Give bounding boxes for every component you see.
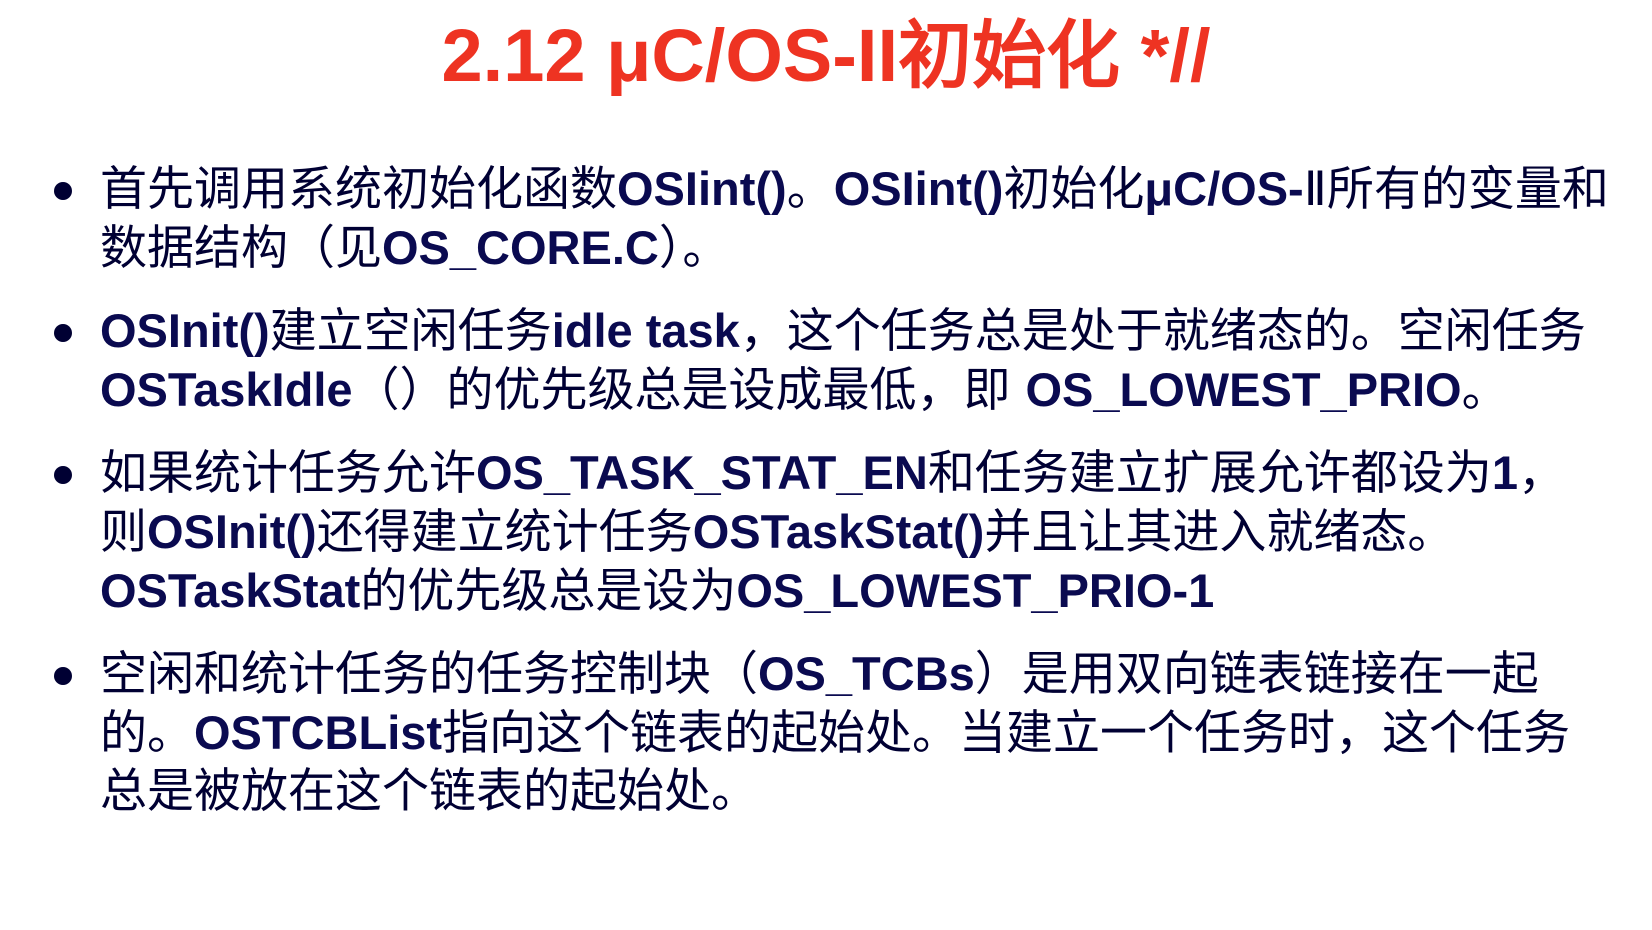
bullet-segment: 空闲和统计任务的任务控制块（	[100, 647, 758, 702]
bullet-segment: OS_LOWEST_PRIO-1	[736, 564, 1215, 617]
bullet-segment: （）的优先级总是设成最低，即	[352, 363, 1026, 418]
bullet-text: 空闲和统计任务的任务控制块（OS_TCBs）是用双向链表链接在一起的。OSTCB…	[100, 647, 1570, 819]
bullet-segment: 的优先级总是设为	[360, 564, 737, 619]
bullet-segment: OS_TCBs	[758, 647, 975, 700]
slide-title: 2.12 μC/OS-II初始化 *//	[441, 14, 1211, 97]
bullet-dot-icon	[54, 182, 72, 200]
bullet-dot-icon	[54, 324, 72, 342]
bullet-segment: OS_TASK_STAT_EN	[476, 446, 928, 499]
bullet-segment: OSInit()	[147, 505, 317, 558]
bullet-segment: OSTCBList	[194, 706, 443, 759]
bullet-segment: 。	[1461, 363, 1509, 418]
bullet-segment: OS_CORE.C	[382, 221, 659, 274]
bullet-dot-icon	[54, 667, 72, 685]
bullet-segment: ）。	[658, 221, 730, 276]
bullet-segment: ，这个任务总是处于就绪态的。空闲任务	[739, 304, 1586, 359]
bullet-list: 首先调用系统初始化函数OSIint()。OSIint()初始化μC/OS-Ⅱ所有…	[50, 160, 1610, 845]
bullet-item-1: 首先调用系统初始化函数OSIint()。OSIint()初始化μC/OS-Ⅱ所有…	[50, 160, 1610, 278]
bullet-segment: OSIint()	[617, 162, 787, 215]
bullet-segment: OS_LOWEST_PRIO	[1025, 363, 1462, 416]
bullet-segment: 如果统计任务允许	[100, 446, 476, 501]
bullet-segment: 和任务建立扩展允许都设为	[927, 446, 1492, 501]
bullet-segment: OSTaskStat	[100, 564, 361, 617]
bullet-segment: 并且让其进入就绪态。	[984, 505, 1455, 560]
slide: 2.12 μC/OS-II初始化 *// 首先调用系统初始化函数OSIint()…	[0, 0, 1652, 930]
bullet-segment: OSIint()	[833, 162, 1004, 215]
bullet-text: OSInit()建立空闲任务idle task，这个任务总是处于就绪态的。空闲任…	[100, 304, 1586, 418]
bullet-segment: 还得建立统计任务	[316, 505, 693, 560]
bullet-segment: OSInit()	[100, 304, 270, 357]
bullet-segment: idle task	[551, 304, 740, 357]
bullet-segment: 初始化	[1003, 162, 1145, 217]
bullet-segment: 建立空闲任务	[269, 304, 552, 359]
bullet-segment: 1	[1491, 446, 1518, 499]
bullet-text: 如果统计任务允许OS_TASK_STAT_EN和任务建立扩展允许都设为1，则OS…	[100, 446, 1565, 619]
bullet-segment: μC/OS-	[1144, 162, 1304, 215]
bullet-segment: OSTaskStat()	[692, 505, 985, 558]
bullet-dot-icon	[54, 466, 72, 484]
bullet-segment: 。	[786, 162, 834, 217]
bullet-text: 首先调用系统初始化函数OSIint()。OSIint()初始化μC/OS-Ⅱ所有…	[100, 162, 1609, 276]
bullet-item-4: 空闲和统计任务的任务控制块（OS_TCBs）是用双向链表链接在一起的。OSTCB…	[50, 645, 1610, 821]
bullet-item-2: OSInit()建立空闲任务idle task，这个任务总是处于就绪态的。空闲任…	[50, 302, 1610, 420]
bullet-item-3: 如果统计任务允许OS_TASK_STAT_EN和任务建立扩展允许都设为1，则OS…	[50, 444, 1610, 621]
bullet-segment: OSTaskIdle	[100, 363, 353, 416]
bullet-segment: 首先调用系统初始化函数	[100, 162, 617, 217]
